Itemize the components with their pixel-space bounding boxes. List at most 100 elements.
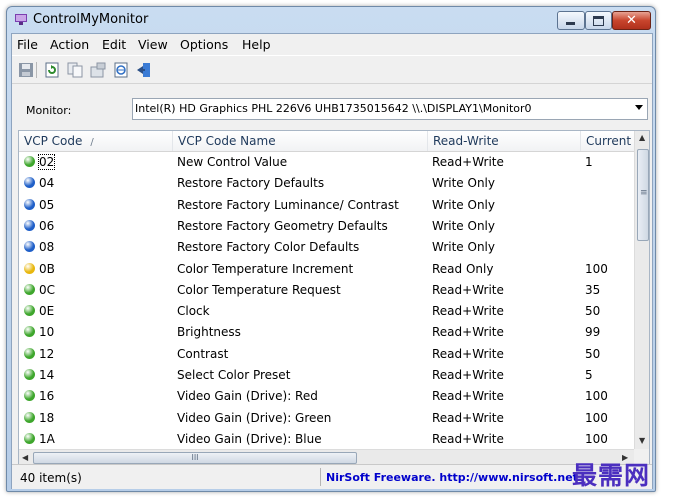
table-row[interactable]: 12 Contrast Read+Write 50 — [19, 344, 634, 365]
cell-vcp-name: Color Temperature Increment — [177, 261, 354, 276]
column-header-current-value[interactable]: Current Value — [581, 131, 641, 151]
column-header-vcp-code[interactable]: VCP Code / — [19, 131, 173, 151]
nirsoft-link[interactable]: NirSoft Freeware. http://www.nirsoft.net — [326, 471, 578, 484]
cell-vcp-code: 0E — [39, 304, 55, 319]
horizontal-scroll-thumb[interactable]: III — [33, 452, 357, 464]
table-row[interactable]: 06 Restore Factory Geometry Defaults Write… — [19, 216, 634, 237]
cell-read-write: Write Only — [432, 240, 495, 255]
cell-vcp-name: Restore Factory Color Defaults — [177, 240, 360, 255]
menu-bar: File Action Edit View Options Help — [12, 34, 652, 54]
cell-current-value: 50 — [585, 304, 601, 319]
cell-current-value: 100 — [585, 389, 608, 404]
title-bar[interactable]: ControlMyMonitor ✕ — [7, 7, 655, 33]
client-area: File Action Edit View Options Help Monit… — [11, 33, 653, 489]
cell-vcp-name: Restore Factory Geometry Defaults — [177, 218, 388, 233]
table-row[interactable]: 10 Brightness Read+Write 99 — [19, 322, 634, 343]
watermark-logo: 最需网 — [572, 461, 651, 490]
cell-current-value: 5 — [585, 368, 593, 382]
table-row[interactable]: 18 Video Gain (Drive): Green Read+Write 100 — [19, 408, 634, 429]
maximize-icon — [593, 16, 604, 26]
table-row[interactable]: 1A Video Gain (Drive): Blue Read+Write 100 — [19, 429, 634, 449]
refresh-icon[interactable] — [43, 61, 61, 79]
vcp-list[interactable]: VCP Code / VCP Code Name Read-Write Curre… — [18, 130, 650, 466]
table-row[interactable]: 04 Restore Factory Defaults Write Only — [19, 173, 634, 194]
status-green-icon — [24, 326, 35, 338]
copy-icon[interactable] — [66, 61, 84, 79]
status-green-icon — [24, 390, 35, 402]
cell-vcp-code: 08 — [39, 240, 55, 255]
cell-current-value: 50 — [585, 346, 601, 361]
cell-vcp-name: Brightness — [177, 325, 241, 340]
minimize-button[interactable] — [557, 11, 585, 30]
status-blue-icon — [24, 198, 35, 210]
save-icon[interactable] — [17, 61, 35, 79]
menu-edit[interactable]: Edit — [102, 37, 126, 52]
toolbar-separator — [36, 62, 37, 78]
cell-vcp-code: 18 — [39, 410, 55, 425]
exit-icon[interactable] — [135, 61, 153, 79]
cell-read-write: Read+Write — [432, 325, 504, 340]
cell-read-write: Write Only — [432, 176, 495, 191]
cell-read-write: Write Only — [432, 218, 495, 233]
table-row[interactable]: 0C Color Temperature Request Read+Write 35 — [19, 280, 634, 301]
minimize-icon — [566, 22, 575, 25]
menu-action[interactable]: Action — [50, 37, 89, 52]
menu-view[interactable]: View — [138, 37, 168, 52]
menu-file[interactable]: File — [17, 37, 38, 52]
cell-current-value: 35 — [585, 282, 601, 297]
app-icon — [15, 14, 27, 25]
cell-read-write: Read+Write — [432, 389, 504, 404]
cell-vcp-name: Color Temperature Request — [177, 282, 341, 297]
close-icon: ✕ — [626, 13, 637, 28]
table-row[interactable]: 0B Color Temperature Increment Read Only 10… — [19, 259, 634, 280]
cell-read-write: Read+Write — [432, 431, 504, 446]
cell-vcp-code: 16 — [39, 389, 55, 404]
menu-help[interactable]: Help — [242, 37, 271, 52]
column-header-label: VCP Code — [24, 134, 83, 148]
cell-current-value: 1 — [585, 155, 593, 169]
scroll-left-icon[interactable]: ◀ — [22, 453, 28, 462]
table-row[interactable]: 08 Restore Factory Color Defaults Write On… — [19, 237, 634, 258]
cell-vcp-name: Contrast — [177, 346, 229, 361]
status-green-icon — [24, 305, 35, 317]
cell-vcp-code: 05 — [39, 197, 55, 212]
scroll-down-icon[interactable]: ▼ — [639, 436, 645, 445]
table-row[interactable]: 0E Clock Read+Write 50 — [19, 301, 634, 322]
monitor-dropdown[interactable]: Intel(R) HD Graphics PHL 226V6 UHB173501… — [132, 98, 648, 120]
table-row[interactable]: 16 Video Gain (Drive): Red Read+Write 100 — [19, 386, 634, 407]
horizontal-scrollbar[interactable]: ◀ III ▶ — [19, 449, 634, 465]
cell-current-value: 100 — [585, 410, 608, 425]
html-report-icon[interactable] — [112, 61, 130, 79]
properties-icon[interactable] — [89, 61, 107, 79]
menu-options[interactable]: Options — [180, 37, 228, 52]
table-row[interactable]: 14 Select Color Preset Read+Write 5 — [19, 365, 634, 386]
cell-vcp-code: 06 — [39, 218, 55, 233]
scroll-up-icon[interactable]: ▲ — [639, 133, 645, 142]
status-green-icon — [24, 156, 35, 167]
cell-vcp-code: 0B — [39, 261, 55, 276]
cell-read-write: Read+Write — [432, 346, 504, 361]
cell-read-write: Read+Write — [432, 304, 504, 319]
item-count: 40 item(s) — [20, 471, 82, 485]
cell-vcp-name: Restore Factory Defaults — [177, 176, 325, 191]
monitor-selected-value: Intel(R) HD Graphics PHL 226V6 UHB173501… — [135, 102, 532, 115]
table-row[interactable]: 02 New Control Value Read+Write 1 — [19, 152, 634, 173]
status-bar: 40 item(s) NirSoft Freeware. http://www.… — [12, 464, 652, 489]
cell-vcp-code: 1A — [39, 431, 55, 446]
vertical-scroll-thumb[interactable]: ≡ — [637, 149, 649, 241]
sort-indicator-icon: / — [90, 137, 94, 148]
cell-read-write: Read+Write — [432, 410, 504, 425]
close-button[interactable]: ✕ — [612, 11, 651, 30]
cell-current-value: 100 — [585, 261, 608, 276]
list-body: 02 New Control Value Read+Write 1 04 Restore … — [19, 152, 634, 449]
column-header-vcp-name[interactable]: VCP Code Name — [173, 131, 428, 151]
cell-read-write: Write Only — [432, 197, 495, 212]
status-green-icon — [24, 347, 35, 359]
vertical-scrollbar[interactable]: ▲ ≡ ▼ — [634, 131, 649, 449]
chevron-down-icon[interactable] — [635, 105, 643, 110]
cell-vcp-name: Video Gain (Drive): Blue — [177, 431, 322, 446]
table-row[interactable]: 05 Restore Factory Luminance/ Contrast Wri… — [19, 195, 634, 216]
app-window: ControlMyMonitor ✕ File Action Edit View… — [6, 6, 656, 492]
maximize-button[interactable] — [585, 11, 612, 30]
column-header-read-write[interactable]: Read-Write — [428, 131, 581, 151]
